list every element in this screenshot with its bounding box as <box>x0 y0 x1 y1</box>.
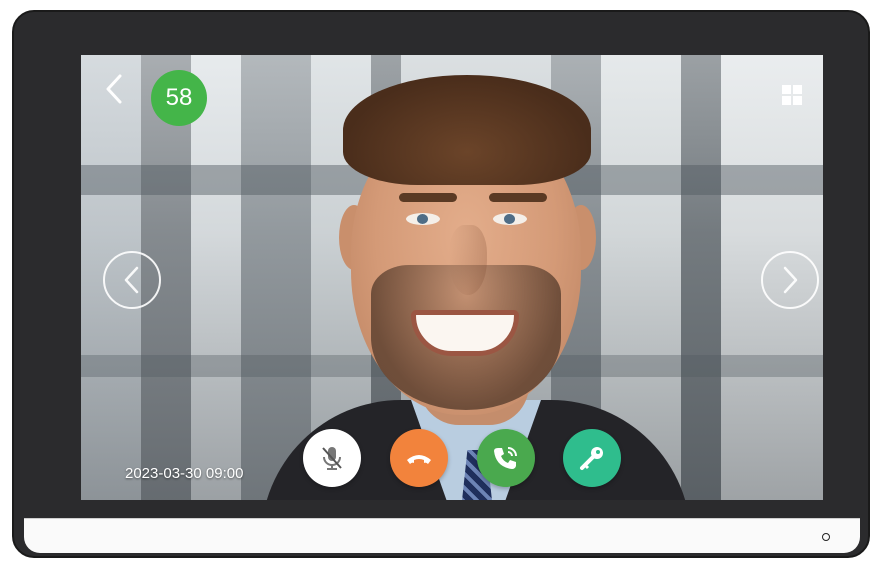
device-bottom-bezel <box>24 518 860 553</box>
intercom-monitor-device: 58 2023-03-30 09:00 <box>12 10 870 558</box>
next-camera-button[interactable] <box>761 251 819 309</box>
previous-camera-button[interactable] <box>103 251 161 309</box>
hang-up-button[interactable] <box>390 429 448 487</box>
layout-toggle-button[interactable] <box>782 85 804 107</box>
arrow-right-circle-icon <box>783 266 798 294</box>
video-screen: 58 2023-03-30 09:00 <box>81 55 823 500</box>
phone-hangup-icon <box>407 455 431 464</box>
arrow-left-circle-icon <box>124 266 139 294</box>
indicator-light-icon <box>822 533 830 541</box>
key-icon <box>580 447 603 470</box>
microphone-muted-icon <box>322 447 342 470</box>
phone-ringing-icon <box>494 447 517 469</box>
chevron-left-icon <box>106 74 122 104</box>
mute-microphone-button[interactable] <box>303 429 361 487</box>
call-datetime: 2023-03-30 09:00 <box>125 465 244 482</box>
unlock-door-button[interactable] <box>563 429 621 487</box>
call-timer-badge: 58 <box>151 70 207 126</box>
back-button[interactable] <box>101 73 127 107</box>
answer-call-button[interactable] <box>477 429 535 487</box>
